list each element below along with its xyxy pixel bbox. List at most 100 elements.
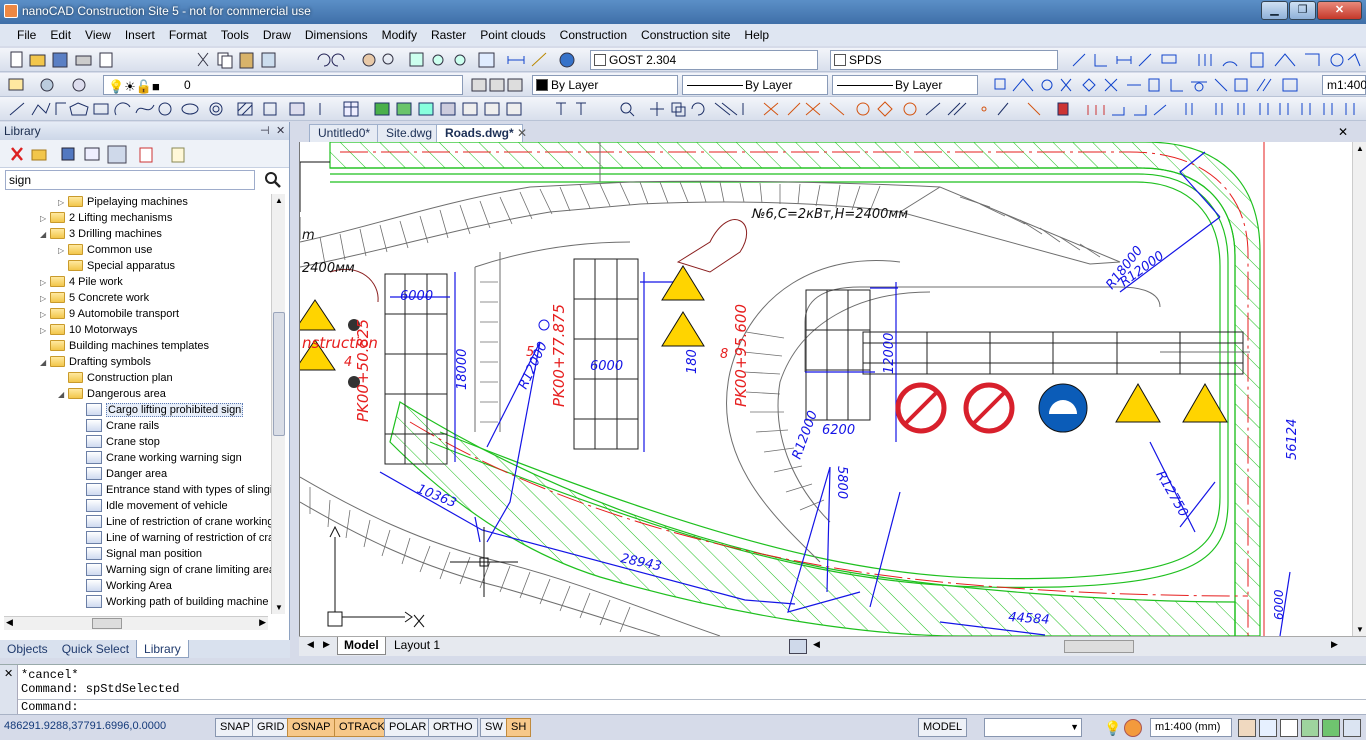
- annotation-visibility-icon[interactable]: [1238, 719, 1256, 737]
- snap-tangent-icon[interactable]: [1191, 81, 1207, 92]
- bar-tool-icon[interactable]: [1112, 107, 1125, 116]
- snap-apparent-icon[interactable]: [1234, 78, 1248, 92]
- tree-view-icon[interactable]: [84, 147, 100, 161]
- layer-previous-icon[interactable]: [72, 78, 86, 92]
- redo-icon[interactable]: [331, 53, 345, 67]
- tree-node[interactable]: ◢ Drafting symbols: [40, 354, 151, 370]
- tree-node[interactable]: Danger area: [76, 466, 167, 482]
- ellipse-icon[interactable]: [181, 103, 199, 115]
- scroll-thumb[interactable]: [273, 312, 285, 436]
- region-icon[interactable]: [263, 102, 277, 116]
- hscroll-thumb[interactable]: [92, 618, 122, 629]
- snap-endpoint-icon[interactable]: [994, 78, 1006, 90]
- tree-node[interactable]: ▷ Pipelaying machines: [58, 194, 188, 210]
- tree-node[interactable]: ▷ 10 Motorways: [40, 322, 137, 338]
- menu-point-clouds[interactable]: Point clouds: [473, 24, 552, 46]
- fillet-icon[interactable]: [856, 102, 870, 116]
- tree-node[interactable]: Special apparatus: [58, 258, 175, 274]
- snap-perpendicular-icon[interactable]: [1170, 79, 1183, 92]
- spds-axis-icon[interactable]: [1330, 53, 1344, 67]
- tree-node[interactable]: Crane working warning sign: [76, 450, 242, 466]
- tree-node[interactable]: Signal man position: [76, 546, 202, 562]
- tree-node[interactable]: ▷ Common use: [58, 242, 152, 258]
- drawing-canvas[interactable]: №6,С=2кВт,Н=2400мм 2400мм m nstruction P…: [299, 142, 1352, 636]
- match-properties-icon[interactable]: [261, 52, 276, 68]
- text-icon[interactable]: [556, 102, 566, 115]
- external-ref-icon[interactable]: [396, 102, 412, 116]
- grid-tool-icon[interactable]: [1087, 105, 1105, 115]
- tab-layout-1[interactable]: Layout 1: [388, 637, 446, 655]
- polar-toggle[interactable]: POLAR: [384, 718, 432, 737]
- help-icon[interactable]: [559, 52, 575, 68]
- scroll-up-icon[interactable]: ▲: [1356, 144, 1364, 153]
- close-tab-icon[interactable]: ✕: [517, 126, 527, 140]
- tree-expander-icon[interactable]: ▷: [58, 243, 68, 259]
- snap-center-icon[interactable]: [1041, 79, 1053, 91]
- lengthen-icon[interactable]: [947, 102, 967, 116]
- distance-icon[interactable]: [507, 56, 525, 64]
- image-icon[interactable]: [418, 102, 434, 116]
- menu-raster[interactable]: Raster: [424, 24, 473, 46]
- settings-icon[interactable]: [1343, 719, 1361, 737]
- snap-toggle[interactable]: SNAP: [215, 718, 255, 737]
- menu-tools[interactable]: Tools: [214, 24, 256, 46]
- library-icon[interactable]: [61, 147, 75, 161]
- rectangle-icon[interactable]: [93, 103, 109, 115]
- chart-tool-icon[interactable]: [1134, 105, 1147, 116]
- close-document-icon[interactable]: ✕: [1338, 125, 1348, 139]
- slope-tool-icon[interactable]: [1153, 104, 1167, 116]
- menu-file[interactable]: File: [10, 24, 43, 46]
- zoom-icon[interactable]: [1259, 719, 1277, 737]
- menu-view[interactable]: View: [78, 24, 118, 46]
- layer-isolate-icon[interactable]: [507, 78, 523, 92]
- axis-tool-icon[interactable]: [1185, 103, 1193, 115]
- polygon-icon[interactable]: [69, 102, 89, 116]
- tree-node[interactable]: Cargo lifting prohibited sign: [76, 402, 244, 418]
- copy-object-icon[interactable]: [671, 102, 686, 117]
- model-space-icon[interactable]: [789, 639, 807, 654]
- erase-icon[interactable]: [1057, 102, 1069, 116]
- command-input[interactable]: Command:: [18, 699, 1366, 715]
- zoom-previous-icon[interactable]: [432, 54, 444, 66]
- menu-construction-site[interactable]: Construction site: [634, 24, 737, 46]
- dim-linear-icon[interactable]: [1116, 56, 1132, 64]
- hscroll-right-icon[interactable]: ▶: [1331, 639, 1338, 650]
- lightbulb-icon[interactable]: 💡: [1104, 720, 1121, 737]
- layers-manager-icon[interactable]: [8, 78, 24, 91]
- color-select[interactable]: By Layer: [532, 75, 678, 95]
- close-button[interactable]: ✕: [1317, 1, 1362, 20]
- menu-help[interactable]: Help: [737, 24, 776, 46]
- donut-icon[interactable]: [209, 102, 223, 116]
- tree-expander-icon[interactable]: ◢: [40, 355, 50, 371]
- tab-quick-select[interactable]: Quick Select: [55, 640, 136, 658]
- tree-expander-icon[interactable]: ▷: [40, 275, 50, 291]
- lineweight-select[interactable]: By Layer: [832, 75, 978, 95]
- tab-roads-dwg[interactable]: Roads.dwg*: [436, 124, 523, 142]
- tree-node[interactable]: Entrance stand with types of slingi: [76, 482, 272, 498]
- undo-icon[interactable]: [317, 53, 331, 67]
- library-horizontal-scrollbar[interactable]: ◀ ▶: [4, 616, 268, 630]
- insert-block-icon[interactable]: [374, 102, 390, 116]
- tree-node[interactable]: Construction plan: [58, 370, 173, 386]
- plot-icon[interactable]: [75, 55, 92, 66]
- tree-expander-icon[interactable]: ▷: [58, 195, 68, 211]
- tab-site-dwg[interactable]: Site.dwg: [377, 124, 442, 142]
- scroll-down-icon[interactable]: ▼: [1356, 625, 1364, 634]
- tree-node[interactable]: Crane stop: [76, 434, 160, 450]
- dim-ordinate-icon[interactable]: [1094, 54, 1107, 67]
- measure-icon[interactable]: [531, 52, 547, 67]
- osnap-toggle[interactable]: OSNAP: [287, 718, 336, 737]
- dim-baseline-icon[interactable]: [1198, 54, 1212, 66]
- table-style-icon[interactable]: [506, 102, 522, 116]
- dimension-style-select[interactable]: SPDS: [830, 50, 1058, 70]
- tree-node[interactable]: ▷ 2 Lifting mechanisms: [40, 210, 172, 226]
- spds-mark-icon[interactable]: [1274, 53, 1296, 67]
- menu-modify[interactable]: Modify: [375, 24, 424, 46]
- search-library-icon[interactable]: [107, 145, 127, 164]
- tree-node[interactable]: Idle movement of vehicle: [76, 498, 228, 514]
- command-window-handle[interactable]: ✕: [0, 665, 18, 715]
- tree-node[interactable]: ▷ 4 Pile work: [40, 274, 123, 290]
- pin-icon[interactable]: ⊣: [260, 122, 270, 140]
- linetype-select[interactable]: By Layer: [682, 75, 828, 95]
- menu-insert[interactable]: Insert: [118, 24, 162, 46]
